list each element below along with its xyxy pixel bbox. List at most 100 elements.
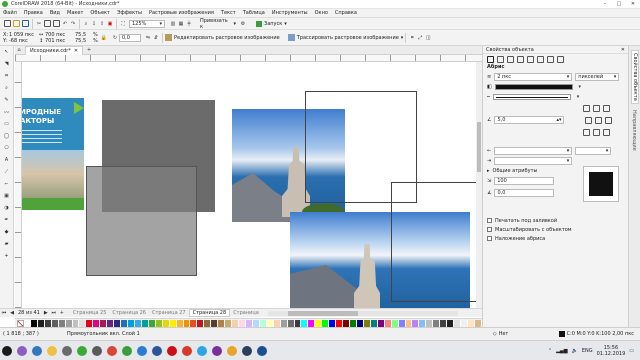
palette-color-swatch[interactable] bbox=[114, 319, 122, 327]
opera-icon[interactable] bbox=[167, 345, 177, 356]
palette-color-swatch[interactable] bbox=[30, 319, 38, 327]
expand-common-icon[interactable]: ▸ bbox=[487, 168, 490, 174]
page-tab-next[interactable]: Страница bbox=[230, 310, 262, 316]
promo-banner-image[interactable]: ИРОДНЫЕ АКТОРЫ bbox=[22, 98, 84, 210]
line-style-dropdown-icon[interactable]: ▾ bbox=[574, 93, 582, 101]
line-cap-round-icon[interactable] bbox=[595, 116, 603, 124]
drop-shadow-icon[interactable]: ▣ bbox=[3, 192, 11, 200]
page-tab-27[interactable]: Страница 27 bbox=[149, 310, 189, 316]
eyedropper-icon[interactable]: ✒ bbox=[3, 216, 11, 224]
palette-color-swatch[interactable] bbox=[343, 319, 351, 327]
palette-color-swatch[interactable] bbox=[197, 319, 205, 327]
rotation-angle-input[interactable]: 0,0 bbox=[119, 33, 141, 42]
position-outside-icon[interactable] bbox=[583, 128, 590, 136]
connector-tool-icon[interactable]: ⌐ bbox=[3, 180, 11, 188]
palette-color-swatch[interactable] bbox=[176, 319, 184, 327]
palette-color-swatch[interactable] bbox=[141, 319, 149, 327]
paste-icon[interactable] bbox=[52, 20, 61, 28]
new-document-icon[interactable] bbox=[3, 20, 12, 28]
menu-item-effects[interactable]: Эффекты bbox=[117, 10, 142, 16]
line-cap-square-icon[interactable] bbox=[605, 116, 613, 124]
zoom-tool-icon[interactable]: ⌕ bbox=[3, 84, 11, 92]
side-tab-object-properties[interactable]: Свойства объекта bbox=[631, 50, 639, 104]
palette-color-swatch[interactable] bbox=[100, 319, 108, 327]
palette-color-swatch[interactable] bbox=[23, 319, 31, 327]
position-inside-icon[interactable] bbox=[603, 128, 610, 136]
lightroom-icon[interactable] bbox=[242, 345, 252, 356]
outline-units-select[interactable]: пикселей ▾ bbox=[575, 73, 620, 81]
freehand-tool-icon[interactable]: ✎ bbox=[3, 96, 11, 104]
add-page-icon[interactable]: + bbox=[58, 309, 66, 317]
close-button[interactable]: ✕ bbox=[626, 0, 640, 8]
palette-color-swatch[interactable] bbox=[134, 319, 142, 327]
word-icon[interactable] bbox=[152, 345, 162, 356]
rotation-icon[interactable]: ↻ bbox=[111, 34, 119, 42]
palette-color-swatch[interactable] bbox=[162, 319, 170, 327]
palette-color-swatch[interactable] bbox=[65, 319, 73, 327]
redo-icon[interactable]: ↷ bbox=[69, 20, 77, 28]
palette-color-swatch[interactable] bbox=[93, 319, 101, 327]
position-center-icon[interactable] bbox=[593, 128, 600, 136]
maximize-button[interactable]: □ bbox=[612, 0, 626, 8]
palette-color-swatch[interactable] bbox=[259, 319, 267, 327]
palette-color-swatch[interactable] bbox=[58, 319, 66, 327]
line-style-select[interactable] bbox=[493, 94, 572, 100]
crop-bitmap-icon[interactable]: ⌗ bbox=[408, 34, 416, 42]
rectangle-tool-icon[interactable]: ▭ bbox=[3, 120, 11, 128]
arrow-style-select[interactable]: ▾ bbox=[494, 157, 573, 165]
bitmap-mask-icon[interactable]: ◫ bbox=[424, 34, 432, 42]
explorer-icon[interactable] bbox=[47, 345, 57, 356]
overprint-checkbox[interactable] bbox=[487, 236, 492, 241]
join-bevel-icon[interactable] bbox=[603, 104, 610, 112]
palette-color-swatch[interactable] bbox=[148, 319, 156, 327]
palette-color-swatch[interactable] bbox=[467, 319, 475, 327]
cut-icon[interactable]: ✂ bbox=[35, 20, 43, 28]
palette-color-swatch[interactable] bbox=[447, 319, 455, 327]
open-icon[interactable] bbox=[12, 20, 21, 28]
join-miter-icon[interactable] bbox=[583, 104, 590, 112]
palette-color-swatch[interactable] bbox=[72, 319, 80, 327]
prev-page-icon[interactable]: ◀ bbox=[8, 309, 16, 317]
palette-color-swatch[interactable] bbox=[86, 319, 94, 327]
height-input[interactable]: 701 пкс bbox=[45, 38, 73, 44]
palette-color-swatch[interactable] bbox=[107, 319, 115, 327]
paragraph-category-icon[interactable] bbox=[527, 55, 534, 63]
menu-item-bitmaps[interactable]: Растровые изображения bbox=[149, 10, 214, 16]
first-page-icon[interactable]: ⏮ bbox=[0, 309, 8, 317]
artistic-media-icon[interactable]: 〰 bbox=[3, 108, 11, 116]
calligraphy-angle-input[interactable]: 0,0 bbox=[494, 189, 555, 197]
common-attributes-label[interactable]: Общие атрибуты bbox=[493, 168, 538, 174]
palette-color-swatch[interactable] bbox=[239, 319, 246, 327]
drawing-canvas[interactable]: ИРОДНЫЕ АКТОРЫ bbox=[22, 62, 476, 308]
scale-y-input[interactable]: 75,5 bbox=[75, 38, 93, 44]
palette-color-swatch[interactable] bbox=[128, 319, 135, 327]
full-screen-icon[interactable]: ⛶ bbox=[119, 20, 127, 28]
palette-color-swatch[interactable] bbox=[37, 319, 45, 327]
save-icon[interactable] bbox=[21, 20, 30, 28]
palette-color-swatch[interactable] bbox=[384, 319, 392, 327]
text-tool-icon[interactable]: A bbox=[3, 156, 11, 164]
palette-color-swatch[interactable] bbox=[454, 319, 462, 327]
document-tab[interactable]: Исходники.cdr* ✕ bbox=[25, 45, 84, 55]
arrow-start-select[interactable]: ▾ bbox=[494, 147, 573, 155]
language-indicator[interactable]: ENG bbox=[582, 348, 593, 354]
search-content-icon[interactable]: ⌕ bbox=[82, 20, 90, 28]
transparency-tool-icon[interactable]: ◑ bbox=[3, 204, 11, 212]
palette-color-swatch[interactable] bbox=[315, 319, 323, 327]
home-tab-icon[interactable]: ⌂ bbox=[15, 46, 23, 54]
volume-icon[interactable]: 🔈 bbox=[572, 348, 578, 354]
outline-width-input[interactable]: 2 пкс ▾ bbox=[494, 73, 573, 81]
add-tool-icon[interactable]: + bbox=[3, 252, 11, 260]
palette-color-swatch[interactable] bbox=[308, 319, 316, 327]
app-icon-green[interactable] bbox=[77, 345, 87, 356]
palette-color-swatch[interactable] bbox=[301, 319, 309, 327]
palette-color-swatch[interactable] bbox=[377, 319, 385, 327]
minimize-button[interactable]: – bbox=[598, 0, 612, 8]
show-grid-icon[interactable]: ▦ bbox=[177, 20, 185, 28]
media-icon[interactable] bbox=[92, 345, 102, 356]
palette-color-swatch[interactable] bbox=[183, 319, 191, 327]
menu-item-view[interactable]: Вид bbox=[50, 10, 60, 16]
menu-item-text[interactable]: Текст bbox=[221, 10, 236, 16]
palette-color-swatch[interactable] bbox=[218, 319, 226, 327]
corners-category-icon[interactable] bbox=[547, 55, 554, 63]
